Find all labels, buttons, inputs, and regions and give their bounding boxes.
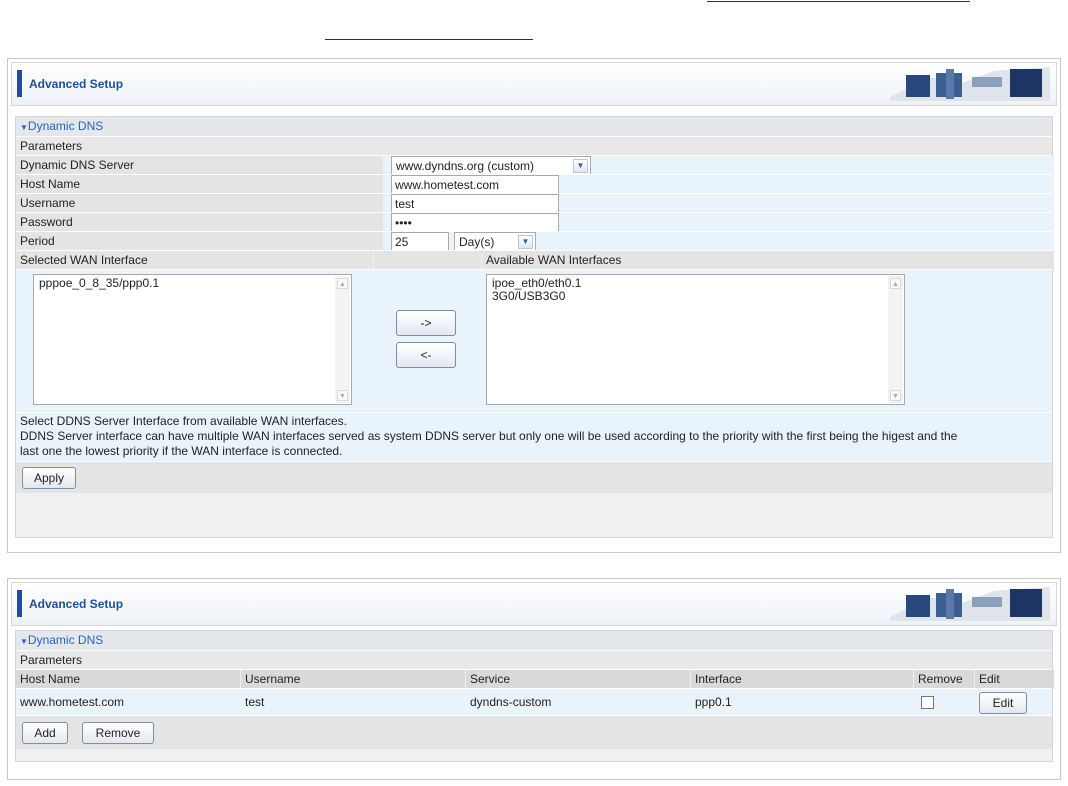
collapse-triangle-icon: ▼ [20,637,28,646]
help-text: Select DDNS Server Interface from availa… [16,412,1052,461]
advanced-setup-panel-config: Advanced Setup ▼Dynamic DNS Parameters D… [7,58,1061,553]
list-item[interactable]: pppoe_0_8_35/ppp0.1 [39,277,351,290]
parameters-header: Parameters [16,650,1052,669]
password-input[interactable]: •••• [391,213,559,233]
period-unit-select[interactable]: Day(s) ▼ [454,232,536,252]
panel-header: Advanced Setup [11,582,1057,626]
chevron-down-icon: ▼ [518,235,533,249]
dns-server-select[interactable]: www.dyndns.org (custom) ▼ [391,156,591,176]
scrollbar[interactable]: ▲ ▼ [335,276,350,403]
chevron-down-icon: ▼ [573,159,588,173]
dynamic-dns-list-section: ▼Dynamic DNS Parameters Host Name Userna… [15,630,1054,762]
header-accent-bar [17,70,22,97]
document-link-underline[interactable] [325,39,533,40]
collapse-triangle-icon: ▼ [20,123,28,132]
scroll-down-icon[interactable]: ▼ [890,390,901,401]
advanced-setup-panel-list: Advanced Setup ▼Dynamic DNS Parameters H… [7,578,1061,780]
remove-checkbox[interactable] [921,696,934,709]
scroll-up-icon[interactable]: ▲ [890,278,901,289]
host-name-input[interactable]: www.hometest.com [391,175,559,195]
table-row: www.hometest.com test dyndns-custom ppp0… [16,688,1052,715]
section-title[interactable]: ▼Dynamic DNS [16,117,1052,136]
row-period: Period 25 Day(s) ▼ [16,231,1054,252]
row-dns-server: Dynamic DNS Server www.dyndns.org (custo… [16,155,1054,176]
panel-title: Advanced Setup [29,77,124,91]
username-input[interactable]: test [391,194,559,214]
dynamic-dns-config-section: ▼Dynamic DNS Parameters Dynamic DNS Serv… [15,116,1054,538]
apply-row: Apply [16,461,1052,493]
row-wan-headers: Selected WAN Interface Available WAN Int… [16,250,1054,270]
wan-interface-area: pppoe_0_8_35/ppp0.1 ▲ ▼ -> <- ipoe_eth0/… [16,269,1052,412]
remove-button[interactable]: Remove [82,722,154,744]
move-left-button[interactable]: <- [396,342,456,368]
row-username: Username test [16,193,1054,214]
row-host-name: Host Name www.hometest.com [16,174,1054,195]
parameters-header: Parameters [16,136,1052,155]
header-accent-bar [17,590,22,617]
period-input[interactable]: 25 [391,232,449,252]
brand-logo-icon [890,587,1050,621]
row-password: Password •••• [16,212,1054,233]
document-link-underline[interactable] [707,1,970,2]
scroll-down-icon[interactable]: ▼ [337,390,348,401]
selected-wan-listbox[interactable]: pppoe_0_8_35/ppp0.1 ▲ ▼ [33,274,352,405]
actions-row: Add Remove [16,715,1052,749]
scrollbar[interactable]: ▲ ▼ [888,276,903,403]
move-right-button[interactable]: -> [396,310,456,336]
list-item[interactable]: 3G0/USB3G0 [492,290,904,303]
panel-header: Advanced Setup [11,62,1057,106]
apply-button[interactable]: Apply [22,467,76,489]
panel-title: Advanced Setup [29,597,124,611]
available-wan-listbox[interactable]: ipoe_eth0/eth0.1 3G0/USB3G0 ▲ ▼ [486,274,905,405]
scroll-up-icon[interactable]: ▲ [337,278,348,289]
brand-logo-icon [890,67,1050,101]
section-title[interactable]: ▼Dynamic DNS [16,631,1052,650]
add-button[interactable]: Add [22,722,68,744]
table-header-row: Host Name Username Service Interface Rem… [16,669,1054,689]
edit-button[interactable]: Edit [979,692,1027,714]
